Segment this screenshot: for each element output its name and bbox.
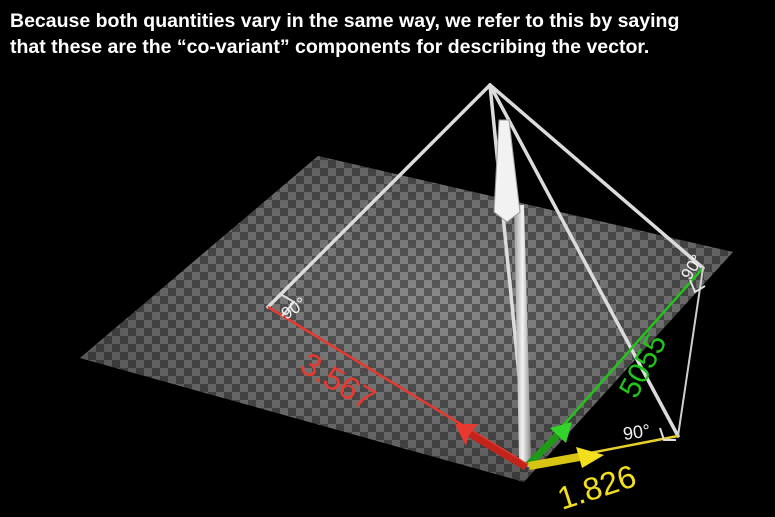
angle-label-yellow: 90° [622,420,652,444]
yellow-value-label: 1.826 [553,458,640,517]
vector-diagram: 90° 90° 90° 3.567 5055 1.826 [80,83,733,517]
